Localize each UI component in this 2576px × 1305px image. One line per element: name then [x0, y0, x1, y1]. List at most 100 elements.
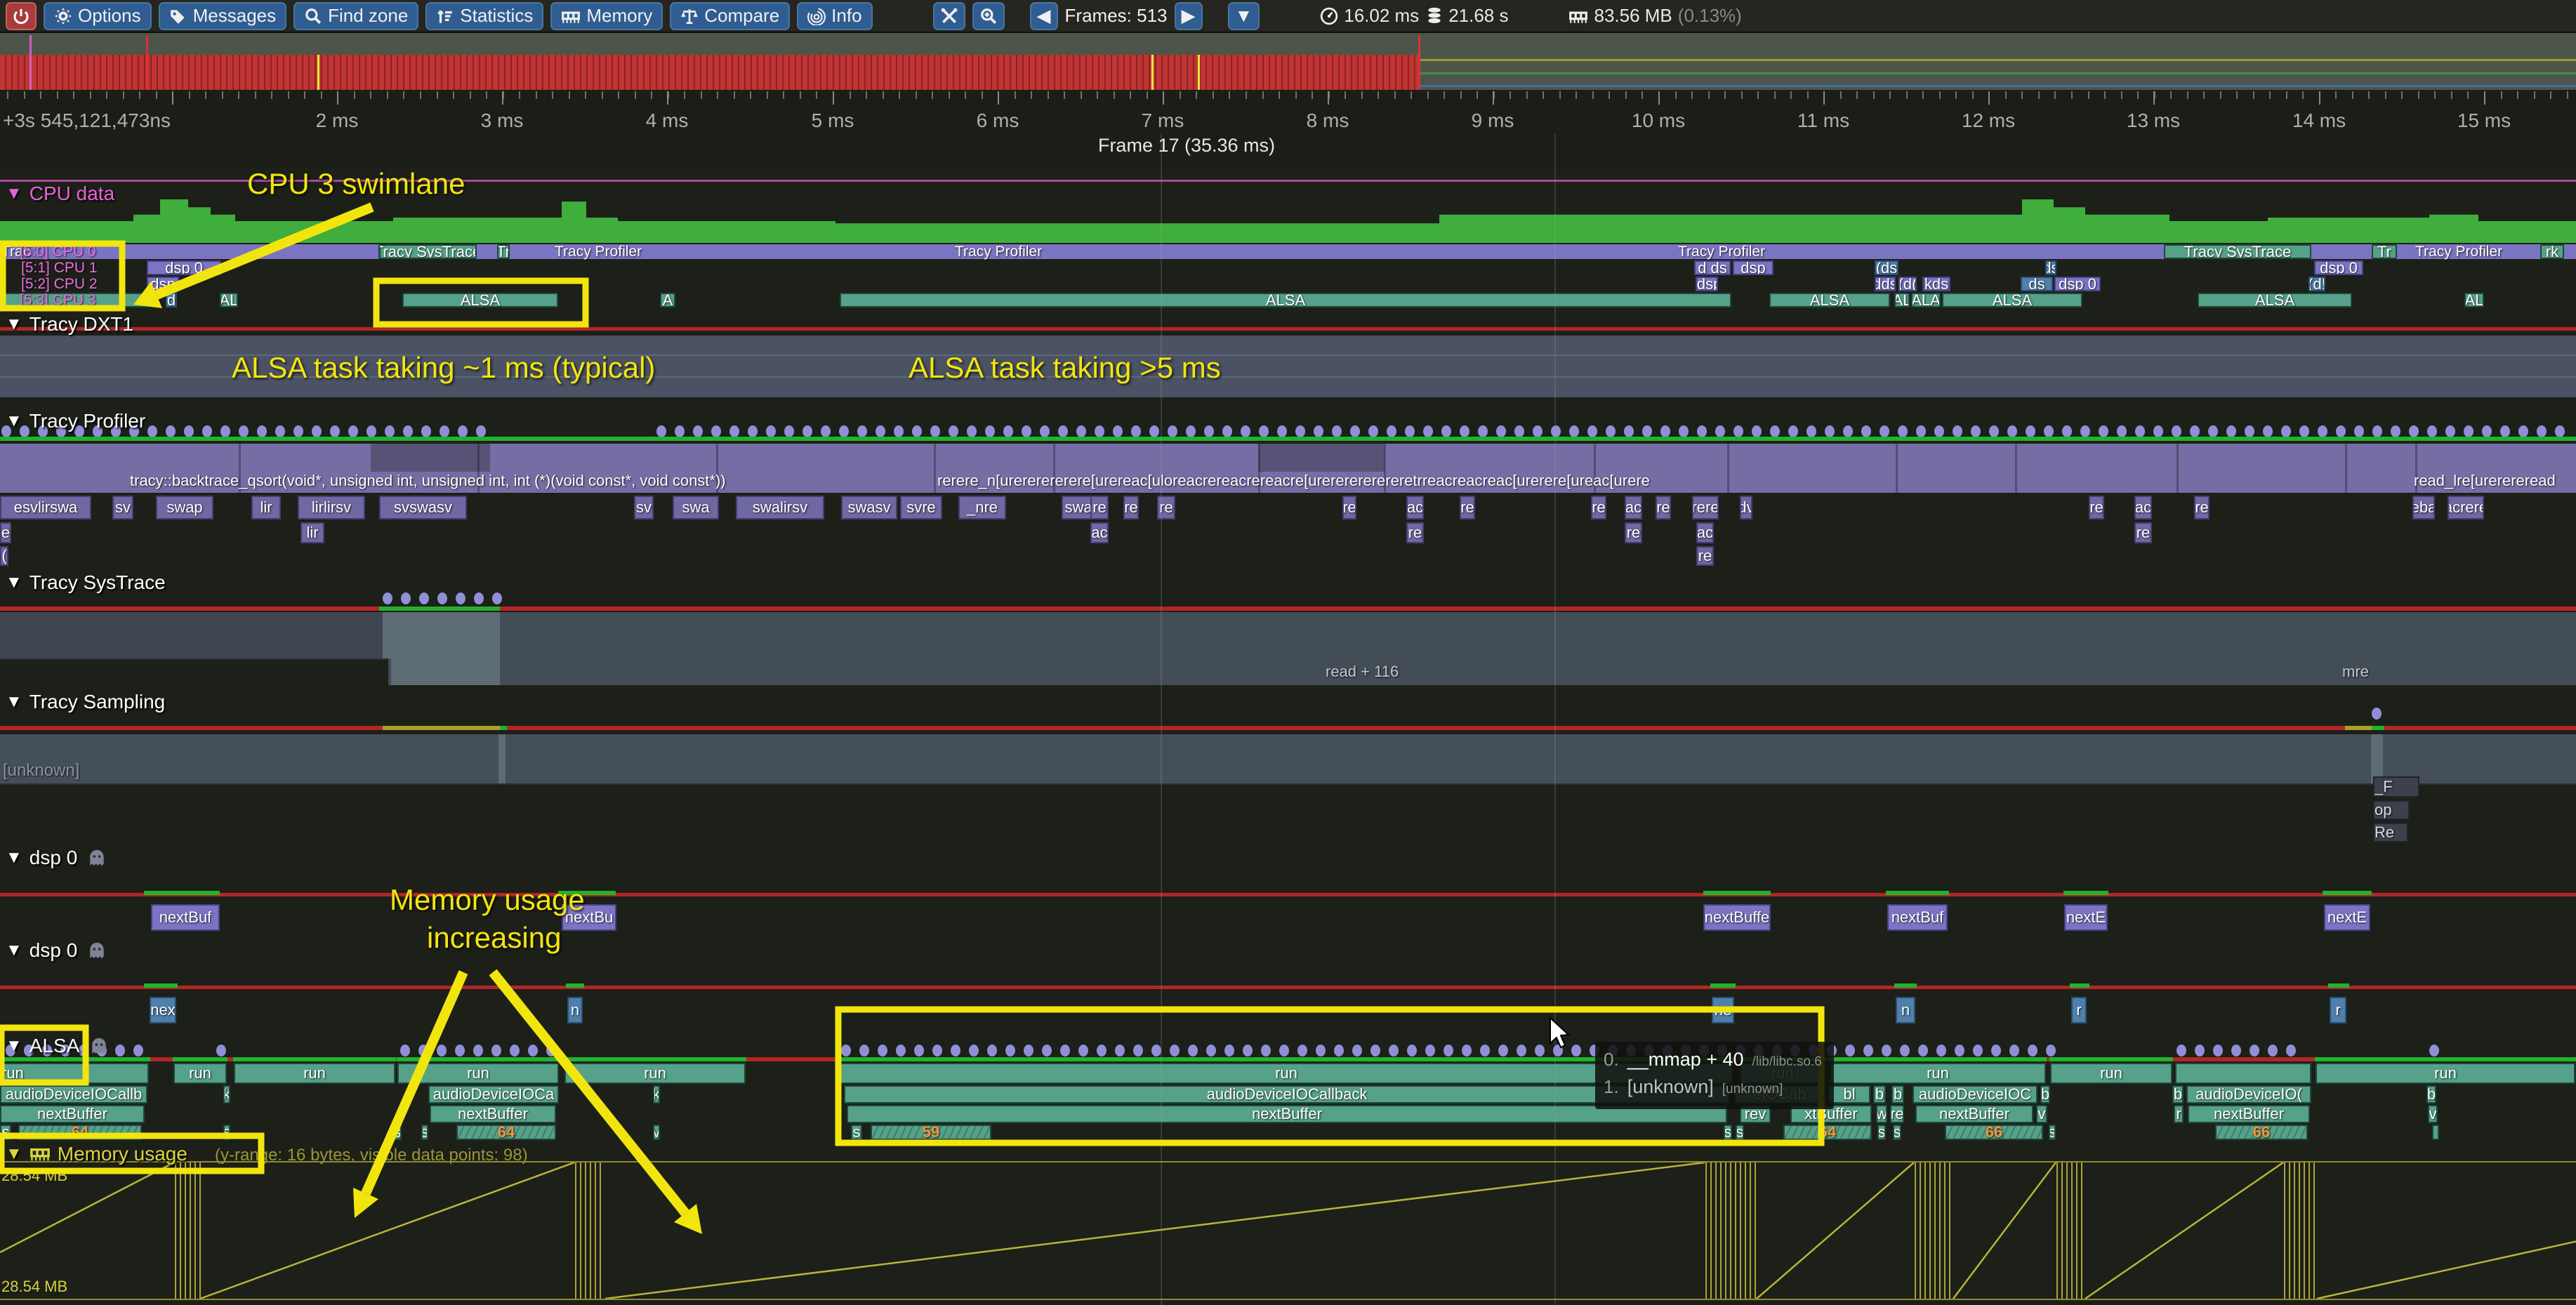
message-dot[interactable]: [348, 425, 358, 437]
message-dot[interactable]: [510, 1045, 520, 1056]
message-dot[interactable]: [2007, 425, 2017, 437]
zone[interactable]: run: [0, 1063, 149, 1084]
statistics-button[interactable]: Statistics: [425, 2, 543, 30]
zone[interactable]: s: [223, 1125, 230, 1140]
zone[interactable]: ALSA: [402, 293, 558, 307]
zone[interactable]: nextBuf: [1887, 904, 1948, 931]
zone[interactable]: 64: [456, 1125, 556, 1140]
profiler-zones-row1[interactable]: esvlirswasvswaplirlirlirsvsvswasvsvswasw…: [0, 496, 2576, 519]
cpu1-lane[interactable]: dsp 0d dsdsp(dsdsdsp 0[5:1] CPU 1: [0, 260, 2576, 275]
message-dot[interactable]: [2372, 425, 2382, 437]
zone[interactable]: dsp: [147, 277, 179, 291]
zone[interactable]: [376, 437, 506, 441]
zone[interactable]: run: [173, 1063, 227, 1084]
collapse-icon[interactable]: ▼: [6, 573, 22, 592]
message-dot[interactable]: [912, 425, 922, 437]
message-dot[interactable]: [403, 425, 413, 437]
message-dot[interactable]: [1953, 425, 1962, 437]
message-dot[interactable]: [1642, 425, 1652, 437]
zone[interactable]: (dsp: [1696, 277, 1718, 291]
zone[interactable]: [2175, 1063, 2311, 1084]
message-dot[interactable]: [1131, 425, 1141, 437]
message-dot[interactable]: [914, 1045, 924, 1056]
zone[interactable]: dsp 0: [2314, 260, 2363, 275]
zone[interactable]: _nre: [958, 496, 1006, 519]
zone[interactable]: re: [2089, 496, 2104, 519]
zone[interactable]: [2371, 734, 2383, 758]
zone[interactable]: [2070, 983, 2089, 988]
zone[interactable]: r: [2174, 1105, 2184, 1123]
cpu3-lane[interactable]: dALALSAAALSAALSAALALAALSAALSAAL[5:3] CPU…: [0, 293, 2576, 307]
zone[interactable]: re: [1157, 496, 1175, 519]
message-dot[interactable]: [2268, 1045, 2278, 1056]
message-dot[interactable]: [2080, 425, 2090, 437]
message-dot[interactable]: [2044, 425, 2054, 437]
message-dot[interactable]: [2046, 1045, 2056, 1056]
zone[interactable]: rk: [2540, 244, 2564, 259]
message-dot[interactable]: [2336, 425, 2346, 437]
message-dot[interactable]: [1186, 425, 1196, 437]
zone[interactable]: nextBuffe: [1703, 904, 1771, 931]
message-dot[interactable]: [400, 1045, 410, 1056]
message-dot[interactable]: [1332, 425, 1342, 437]
zone[interactable]: ALSA: [2198, 293, 2352, 307]
message-dot[interactable]: [2245, 425, 2254, 437]
zone[interactable]: re: [1625, 522, 1642, 543]
collapse-icon[interactable]: ▼: [6, 848, 22, 868]
zone[interactable]: dsp 0: [147, 260, 221, 275]
message-dot[interactable]: [1861, 425, 1871, 437]
zone[interactable]: run: [2316, 1063, 2575, 1084]
message-dot[interactable]: [932, 1045, 942, 1056]
zone[interactable]: nextBuffer: [1915, 1105, 2033, 1123]
frame-bars[interactable]: [0, 55, 1418, 90]
zone[interactable]: (ds: [1875, 260, 1898, 275]
zone[interactable]: dv: [1740, 496, 1752, 519]
message-dot[interactable]: [857, 425, 867, 437]
message-dot[interactable]: [440, 425, 449, 437]
message-dot[interactable]: [275, 425, 285, 437]
message-dot[interactable]: [1624, 425, 1634, 437]
zone[interactable]: b: [2040, 1085, 2050, 1104]
dsp0-b-zones[interactable]: nexnnenrr: [0, 997, 2576, 1024]
thread-header-dsp0-a[interactable]: ▼ dsp 0: [6, 847, 105, 869]
message-dot[interactable]: [546, 1045, 556, 1056]
message-dot[interactable]: [421, 425, 431, 437]
message-dot[interactable]: [1462, 1045, 1472, 1056]
message-dot[interactable]: [2213, 1045, 2223, 1056]
zone[interactable]: re: [1460, 496, 1475, 519]
zone[interactable]: re: [1591, 496, 1606, 519]
zone[interactable]: re: [1890, 1105, 1904, 1123]
zone[interactable]: b: [2426, 1085, 2436, 1104]
message-dot[interactable]: [1188, 1045, 1198, 1056]
message-dot[interactable]: [1444, 1045, 1453, 1056]
message-dot[interactable]: [1370, 1045, 1380, 1056]
zone[interactable]: _F: [2373, 776, 2419, 797]
systrace-zone-row1[interactable]: [0, 612, 2576, 637]
message-dot[interactable]: [1387, 425, 1396, 437]
info-button[interactable]: Info: [797, 2, 872, 30]
zone[interactable]: bl: [1828, 1085, 1870, 1104]
message-dot[interactable]: [930, 425, 940, 437]
message-dot[interactable]: [1423, 425, 1433, 437]
zone[interactable]: [1258, 444, 1385, 472]
message-dot[interactable]: [1535, 1045, 1545, 1056]
cpu-data-header[interactable]: ▼ CPU data: [6, 183, 114, 205]
message-dot[interactable]: [1297, 1045, 1307, 1056]
zone[interactable]: [1710, 983, 1736, 988]
message-dot[interactable]: [1224, 1045, 1234, 1056]
message-dot[interactable]: [1078, 1045, 1088, 1056]
zone[interactable]: Tracy SysTrace: [2164, 244, 2311, 259]
message-dot[interactable]: [202, 425, 212, 437]
zone[interactable]: nextBuffer: [430, 1105, 556, 1123]
message-dot[interactable]: [878, 1045, 887, 1056]
message-dot[interactable]: [1241, 425, 1250, 437]
zone[interactable]: d ds: [1694, 260, 1731, 275]
message-dot[interactable]: [1697, 425, 1707, 437]
zone[interactable]: swalirsv: [736, 496, 824, 519]
power-button[interactable]: [6, 2, 37, 30]
message-dot[interactable]: [2482, 425, 2492, 437]
zone[interactable]: re: [1406, 522, 1424, 543]
message-dot[interactable]: [2195, 1045, 2205, 1056]
message-dot[interactable]: [2427, 425, 2437, 437]
message-dot[interactable]: [1441, 425, 1451, 437]
